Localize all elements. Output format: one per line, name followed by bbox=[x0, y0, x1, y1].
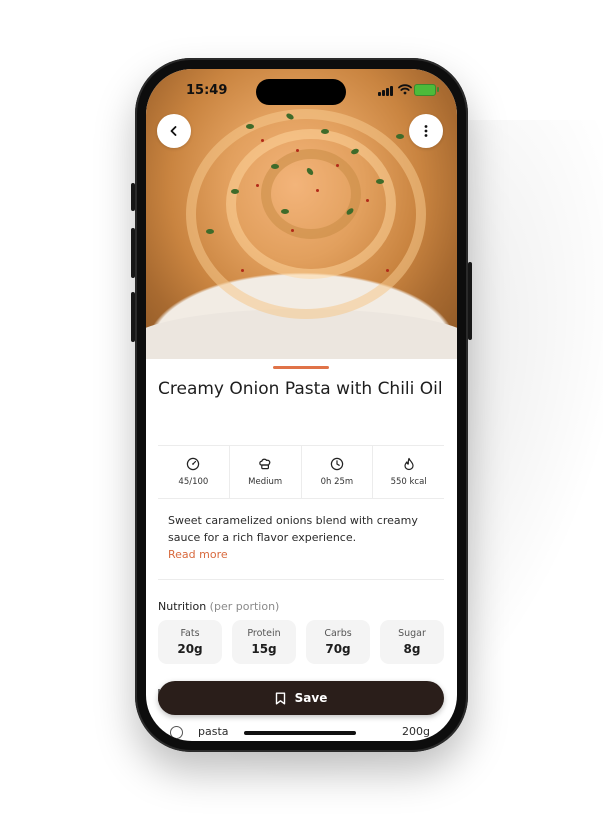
divider bbox=[158, 579, 444, 580]
herb-garnish bbox=[231, 189, 239, 194]
nutrition-value: 70g bbox=[325, 642, 351, 656]
chili-flake bbox=[256, 184, 259, 187]
ingredient-quantity: 200g bbox=[402, 725, 430, 738]
herb-garnish bbox=[206, 229, 214, 234]
nutrition-name: Protein bbox=[247, 628, 281, 639]
nutrition-card-sugar: Sugar 8g bbox=[380, 620, 444, 664]
divider bbox=[158, 498, 444, 499]
nutrition-value: 20g bbox=[177, 642, 203, 656]
flame-icon bbox=[404, 457, 414, 471]
chevron-left-icon bbox=[170, 126, 177, 136]
herb-garnish bbox=[246, 124, 254, 129]
nutrition-card-carbs: Carbs 70g bbox=[306, 620, 370, 664]
nutrition-heading: Nutrition (per portion) bbox=[158, 600, 279, 613]
herb-garnish bbox=[271, 164, 279, 169]
recipe-stats: 45/100 Medium 0h 25m 550 kcal bbox=[158, 446, 444, 498]
stat-time: 0h 25m bbox=[302, 446, 374, 498]
phone-frame: 15:49 Creamy Onion Pasta with Chili Oil bbox=[135, 58, 468, 752]
herb-garnish bbox=[321, 129, 329, 134]
nutrition-value: 15g bbox=[251, 642, 277, 656]
bookmark-icon bbox=[275, 692, 285, 704]
ingredient-name: pasta bbox=[198, 725, 229, 738]
stat-difficulty: Medium bbox=[230, 446, 302, 498]
stat-calories: 550 kcal bbox=[373, 446, 444, 498]
pasta-swirl-inner bbox=[261, 149, 361, 239]
save-button[interactable]: Save bbox=[158, 681, 444, 715]
chef-hat-icon bbox=[259, 458, 271, 470]
dynamic-island bbox=[256, 79, 346, 105]
status-time: 15:49 bbox=[186, 83, 228, 98]
nutrition-sublabel: (per portion) bbox=[209, 600, 280, 613]
clock-icon bbox=[330, 457, 344, 471]
recipe-title: Creamy Onion Pasta with Chili Oil bbox=[158, 379, 443, 399]
nutrition-card-protein: Protein 15g bbox=[232, 620, 296, 664]
nutrition-value: 8g bbox=[403, 642, 421, 656]
nutrition-name: Sugar bbox=[398, 628, 426, 639]
save-label: Save bbox=[294, 691, 328, 705]
more-vertical-icon bbox=[424, 125, 428, 137]
stat-time-value: 0h 25m bbox=[320, 477, 354, 487]
chili-flake bbox=[366, 199, 369, 202]
battery-icon bbox=[414, 84, 439, 96]
herb-garnish bbox=[396, 134, 404, 139]
stat-score-value: 45/100 bbox=[178, 477, 209, 487]
stat-calories-value: 550 kcal bbox=[390, 477, 427, 487]
stat-score: 45/100 bbox=[158, 446, 230, 498]
signal-icon bbox=[378, 86, 393, 96]
recipe-description: Sweet caramelized onions blend with crea… bbox=[168, 512, 438, 563]
chili-flake bbox=[291, 229, 294, 232]
home-indicator bbox=[244, 731, 356, 735]
image-pager-indicator bbox=[273, 366, 329, 369]
chili-flake bbox=[261, 139, 264, 142]
app-screen: 15:49 Creamy Onion Pasta with Chili Oil bbox=[146, 69, 457, 741]
power-button bbox=[468, 262, 472, 340]
chili-flake bbox=[336, 164, 339, 167]
back-button[interactable] bbox=[157, 114, 191, 148]
more-options-button[interactable] bbox=[409, 114, 443, 148]
nutrition-label: Nutrition bbox=[158, 600, 207, 613]
description-text: Sweet caramelized onions blend with crea… bbox=[168, 514, 418, 544]
wifi-icon bbox=[398, 84, 412, 95]
nutrition-cards: Fats 20g Protein 15g Carbs 70g Sugar 8g bbox=[158, 620, 444, 664]
chili-flake bbox=[241, 269, 244, 272]
read-more-link[interactable]: Read more bbox=[168, 546, 438, 563]
stat-difficulty-value: Medium bbox=[248, 477, 283, 487]
chili-flake bbox=[386, 269, 389, 272]
herb-garnish bbox=[281, 209, 289, 214]
herb-garnish bbox=[376, 179, 384, 184]
ingredient-checkbox[interactable] bbox=[170, 726, 183, 739]
nutrition-card-fats: Fats 20g bbox=[158, 620, 222, 664]
nutrition-name: Fats bbox=[180, 628, 200, 639]
chili-flake bbox=[296, 149, 299, 152]
speedometer-icon bbox=[187, 457, 200, 471]
chili-flake bbox=[316, 189, 319, 192]
status-bar: 15:49 bbox=[146, 69, 457, 113]
nutrition-name: Carbs bbox=[324, 628, 352, 639]
